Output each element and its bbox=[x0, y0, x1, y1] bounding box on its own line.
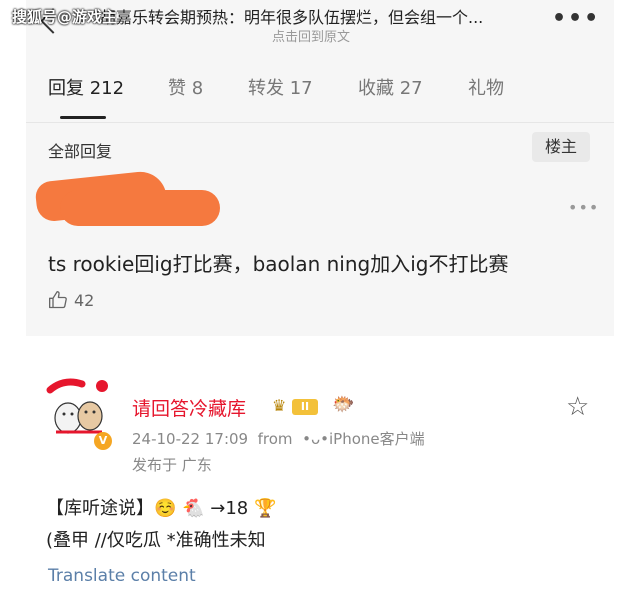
back-to-original-link[interactable]: 点击回到原文 bbox=[272, 26, 350, 45]
op-only-button[interactable]: 楼主 bbox=[532, 132, 590, 162]
post-body-line: (叠甲 //仅吃瓜 *准确性未知 bbox=[46, 530, 266, 551]
post-title[interactable]: 胡嘉乐转会期预热：明年很多队伍摆烂，但会组一个... bbox=[100, 4, 483, 28]
like-count: 42 bbox=[74, 290, 95, 310]
badge-level: II bbox=[292, 399, 318, 415]
tab-likes[interactable]: 赞 8 bbox=[168, 74, 203, 100]
tab-favorites[interactable]: 收藏 27 bbox=[358, 74, 423, 100]
verified-icon: V bbox=[94, 432, 112, 450]
member-badge[interactable]: ♛ II bbox=[272, 396, 320, 416]
all-replies-label: 全部回复 bbox=[48, 142, 113, 161]
more-icon[interactable]: ••• bbox=[568, 198, 599, 217]
reply-screenshot-panel bbox=[26, 0, 614, 336]
tab-replies[interactable]: 回复 212 bbox=[48, 74, 124, 100]
post-body-line: 【库听途说】☺️ 🐔 →18 🏆 bbox=[46, 498, 277, 519]
translate-link[interactable]: Translate content bbox=[48, 566, 196, 586]
tab-reposts[interactable]: 转发 17 bbox=[248, 74, 313, 100]
like-button[interactable]: 42 bbox=[48, 290, 94, 310]
reply-text: ts rookie回ig打比赛，baolan ning加入ig不打比赛 bbox=[48, 252, 509, 276]
redacted-username bbox=[60, 190, 220, 226]
client-name[interactable]: •ᴗ•iPhone客户端 bbox=[302, 430, 425, 448]
active-tab-indicator bbox=[60, 116, 106, 119]
timestamp: 24-10-22 17:09 bbox=[132, 430, 249, 448]
from-label: from bbox=[257, 430, 293, 448]
post-location: 发布于 广东 bbox=[132, 456, 212, 474]
thumbs-up-icon bbox=[49, 291, 67, 309]
more-icon[interactable]: ••• bbox=[552, 6, 600, 31]
pufferfish-icon: 🐡 bbox=[332, 394, 355, 415]
tab-gifts[interactable]: 礼物 bbox=[468, 74, 504, 100]
star-icon[interactable]: ☆ bbox=[566, 392, 589, 422]
crown-icon: ♛ bbox=[272, 396, 287, 415]
divider bbox=[26, 122, 614, 123]
username[interactable]: 请回答冷藏库 bbox=[132, 394, 246, 421]
post-meta: 24-10-22 17:09 from •ᴗ•iPhone客户端 bbox=[132, 428, 425, 449]
watermark: 搜狐号@游戏主 bbox=[12, 8, 118, 26]
